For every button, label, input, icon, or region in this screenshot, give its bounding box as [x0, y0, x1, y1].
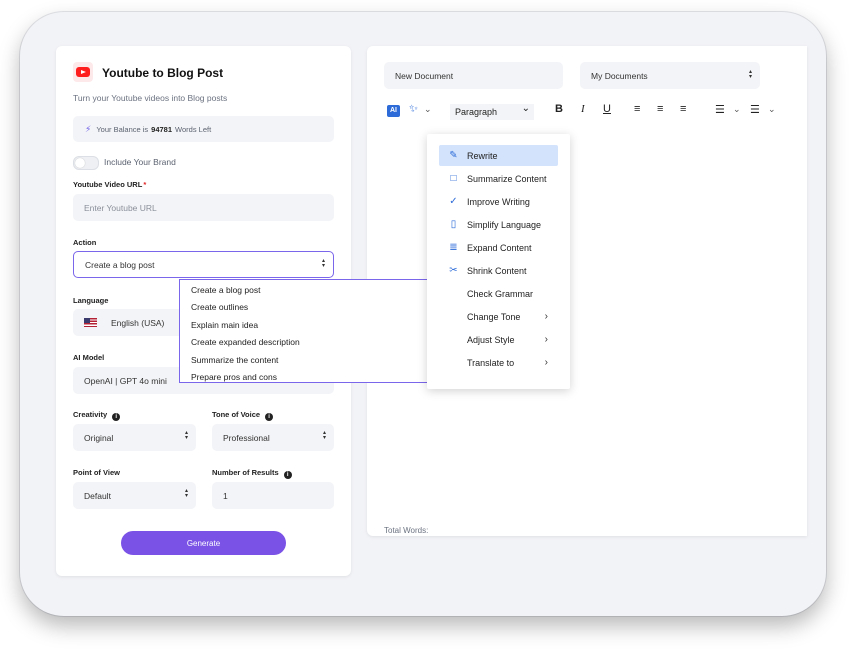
info-icon: i	[283, 471, 292, 479]
chevron-right-icon: ›	[544, 311, 548, 322]
magic-wand-icon[interactable]: ✨︎	[409, 103, 418, 116]
align-right-icon[interactable]: ≡	[680, 103, 686, 115]
check-double-icon: ✓	[449, 196, 458, 207]
balance-banner: ⚡︎ Your Balance is 94781 Words Left	[73, 116, 334, 142]
action-option[interactable]: Explain main idea	[180, 317, 440, 334]
menu-item-change-tone[interactable]: Change Tone ›	[439, 306, 558, 327]
url-label: Youtube Video URL*	[73, 180, 147, 189]
action-option[interactable]: Summarize the content	[180, 352, 440, 369]
action-option[interactable]: Prepare pros and cons	[180, 369, 440, 386]
action-dropdown-list: Create a blog post Create outlines Expla…	[179, 279, 441, 383]
ai-button[interactable]: AI	[387, 105, 400, 117]
include-brand-label: Include Your Brand	[104, 157, 176, 167]
document-icon: ▯	[450, 219, 457, 230]
editor-toolbar: AI ✨︎ ⌄ Paragraph B I U ≡ ≡ ≡ ☰ ⌄ ☰ ⌄	[384, 101, 794, 120]
creativity-select[interactable]: Original	[73, 424, 196, 451]
folder-select[interactable]: My Documents	[580, 62, 760, 89]
results-label: Number of Results i	[212, 468, 292, 479]
italic-icon[interactable]: I	[581, 103, 585, 115]
bolt-icon: ⚡︎	[85, 123, 92, 134]
numbered-list-icon[interactable]: ☰	[750, 103, 760, 116]
menu-item-summarize[interactable]: □ Summarize Content	[439, 168, 558, 189]
include-brand-toggle[interactable]	[73, 156, 99, 170]
ai-model-label: AI Model	[73, 353, 105, 362]
action-option[interactable]: Create a blog post	[180, 282, 440, 299]
bold-icon[interactable]: B	[555, 103, 563, 115]
menu-item-adjust-style[interactable]: Adjust Style ›	[439, 329, 558, 350]
action-option[interactable]: Create expanded description	[180, 334, 440, 351]
ai-actions-menu: ✎ Rewrite □ Summarize Content ✓ Improve Wri…	[427, 134, 570, 389]
chevron-down-icon[interactable]: ⌄	[768, 104, 776, 115]
menu-item-improve[interactable]: ✓ Improve Writing	[439, 191, 558, 212]
language-label: Language	[73, 296, 109, 305]
info-icon: i	[112, 413, 121, 421]
align-center-icon[interactable]: ≡	[657, 103, 663, 115]
menu-item-expand[interactable]: ≣ Expand Content	[439, 237, 558, 258]
chevron-right-icon: ›	[544, 334, 548, 345]
menu-item-simplify[interactable]: ▯ Simplify Language	[439, 214, 558, 235]
youtube-url-input[interactable]: Enter Youtube URL	[73, 194, 334, 221]
page-subtitle: Turn your Youtube videos into Blog posts	[73, 93, 228, 103]
action-option[interactable]: Create outlines	[180, 299, 440, 316]
chevron-down-icon[interactable]: ⌄	[424, 104, 432, 115]
edit-icon: ✎	[449, 150, 458, 161]
info-icon: i	[265, 413, 274, 421]
youtube-logo-icon	[73, 62, 93, 82]
page-title: Youtube to Blog Post	[102, 66, 224, 80]
align-left-icon[interactable]: ≡	[634, 103, 640, 115]
chevron-down-icon[interactable]: ⌄	[733, 104, 741, 115]
underline-icon[interactable]: U	[603, 103, 611, 115]
tone-label: Tone of Voice i	[212, 410, 274, 421]
bullet-list-icon[interactable]: ☰	[715, 103, 725, 116]
us-flag-icon	[84, 318, 97, 327]
balance-amount: 94781	[151, 124, 173, 134]
total-words-label: Total Words:	[384, 526, 429, 535]
document-name-input[interactable]: New Document	[384, 62, 563, 89]
menu-item-grammar[interactable]: Check Grammar	[439, 283, 558, 304]
generate-button[interactable]: Generate	[121, 531, 286, 555]
action-label: Action	[73, 238, 97, 247]
creativity-label: Creativity i	[73, 410, 121, 421]
tone-select[interactable]: Professional	[212, 424, 334, 451]
results-input[interactable]: 1	[212, 482, 334, 509]
expand-icon: ≣	[449, 242, 458, 253]
chevron-right-icon: ›	[544, 357, 548, 368]
menu-item-translate[interactable]: Translate to ›	[439, 352, 558, 373]
scissors-icon: ✂︎	[449, 265, 458, 276]
paragraph-select[interactable]: Paragraph	[450, 101, 534, 120]
pov-label: Point of View	[73, 468, 120, 477]
app-frame: Youtube to Blog Post Turn your Youtube v…	[20, 12, 826, 616]
action-select[interactable]: Create a blog post	[73, 251, 334, 278]
book-icon: □	[450, 173, 457, 184]
menu-item-rewrite[interactable]: ✎ Rewrite	[439, 145, 558, 166]
menu-item-shrink[interactable]: ✂︎ Shrink Content	[439, 260, 558, 281]
pov-select[interactable]: Default	[73, 482, 196, 509]
